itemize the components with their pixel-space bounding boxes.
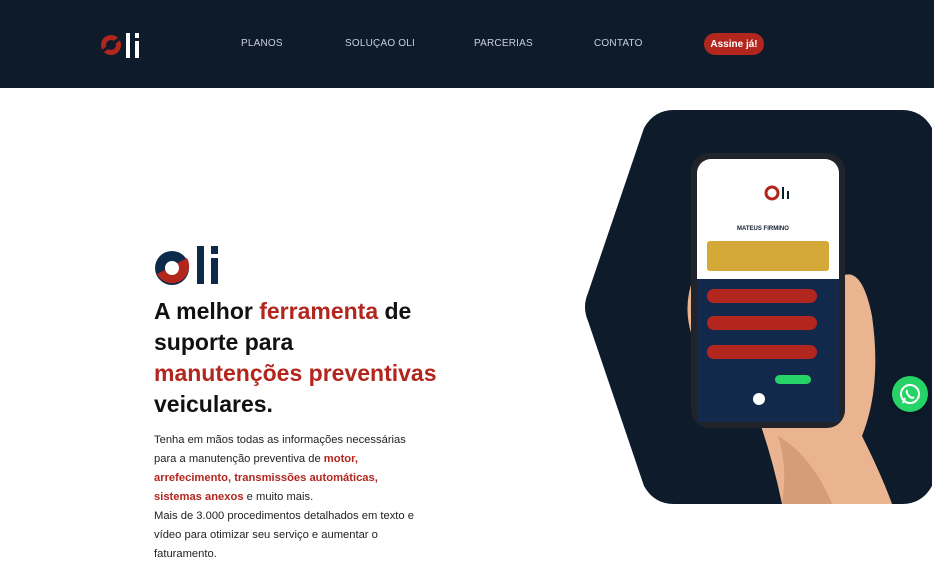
whatsapp-button[interactable] xyxy=(892,376,928,412)
app-phone-mockup: MATEUS FIRMINO xyxy=(691,153,845,428)
oli-logo[interactable] xyxy=(99,30,159,62)
hero-description: Tenha em mãos todas as informações neces… xyxy=(154,434,406,503)
whatsapp-icon xyxy=(900,384,920,404)
subscribe-button[interactable]: Assine já! xyxy=(704,33,764,55)
hero-headline: A melhor ferramenta de suporte para manu… xyxy=(154,298,437,417)
hero-oli-logo xyxy=(155,246,218,285)
svg-text:MATEUS FIRMINO: MATEUS FIRMINO xyxy=(737,226,789,232)
hero-description-2: Mais de 3.000 procedimentos detalhados e… xyxy=(154,510,414,560)
nav-link-planos[interactable]: PLANOS xyxy=(241,38,283,49)
nav-link-parcerias[interactable]: PARCERIAS xyxy=(474,38,533,49)
nav-link-contato[interactable]: CONTATO xyxy=(594,38,643,49)
nav-link-solucao-oli[interactable]: SOLUÇAO OLI xyxy=(345,38,415,49)
top-navbar: PLANOS SOLUÇAO OLI PARCERIAS CONTATO Ass… xyxy=(0,0,934,88)
